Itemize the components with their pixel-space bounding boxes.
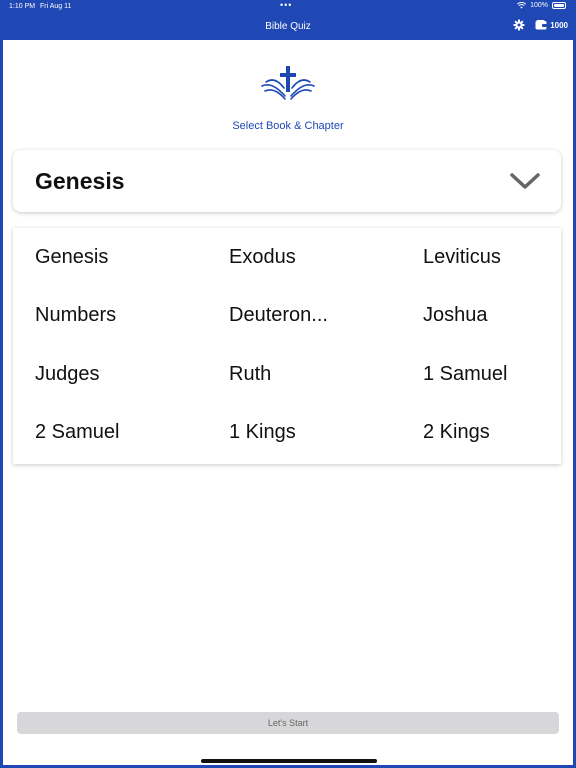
- book-selector-dropdown[interactable]: Genesis: [13, 150, 561, 212]
- gear-icon[interactable]: [513, 19, 525, 31]
- bible-cross-logo-icon: [261, 66, 315, 100]
- coin-balance[interactable]: 1000: [535, 20, 568, 30]
- battery-icon: [552, 2, 566, 9]
- battery-percent: 100%: [530, 2, 548, 9]
- nav-right: 1000: [513, 19, 568, 31]
- selected-book-label: Genesis: [35, 168, 125, 194]
- book-option[interactable]: 2 Samuel: [13, 404, 207, 463]
- main-content: Select Book & Chapter Genesis Genesis Ex…: [3, 40, 573, 765]
- multitasking-dots[interactable]: •••: [280, 0, 292, 10]
- book-option[interactable]: Genesis: [13, 228, 207, 287]
- book-option[interactable]: Judges: [13, 345, 207, 404]
- status-bar: 1:10 PM Fri Aug 11 ••• 100%: [0, 0, 576, 14]
- book-option[interactable]: Ruth: [207, 345, 401, 404]
- status-date: Fri Aug 11: [40, 3, 72, 10]
- app-title: Bible Quiz: [265, 21, 311, 32]
- book-option[interactable]: Deuteron...: [207, 287, 401, 346]
- lets-start-button[interactable]: Let's Start: [17, 712, 559, 734]
- book-option[interactable]: Leviticus: [401, 228, 561, 287]
- book-option[interactable]: Numbers: [13, 287, 207, 346]
- wallet-icon: [535, 20, 548, 30]
- home-indicator[interactable]: [201, 759, 377, 763]
- book-options-list: Genesis Exodus Leviticus Numbers Deutero…: [13, 228, 561, 464]
- coin-count: 1000: [550, 20, 568, 30]
- book-option[interactable]: Joshua: [401, 287, 561, 346]
- status-time: 1:10 PM: [9, 3, 36, 10]
- book-option[interactable]: 1 Kings: [207, 404, 401, 463]
- select-book-subtitle: Select Book & Chapter: [232, 120, 344, 132]
- status-right: 100%: [517, 2, 566, 9]
- book-option[interactable]: 1 Samuel: [401, 345, 561, 404]
- book-option[interactable]: 2 Kings: [401, 404, 561, 463]
- chevron-down-icon: [510, 173, 540, 189]
- wifi-icon: [517, 2, 527, 9]
- book-option[interactable]: Exodus: [207, 228, 401, 287]
- nav-bar: Bible Quiz 1000: [0, 14, 576, 40]
